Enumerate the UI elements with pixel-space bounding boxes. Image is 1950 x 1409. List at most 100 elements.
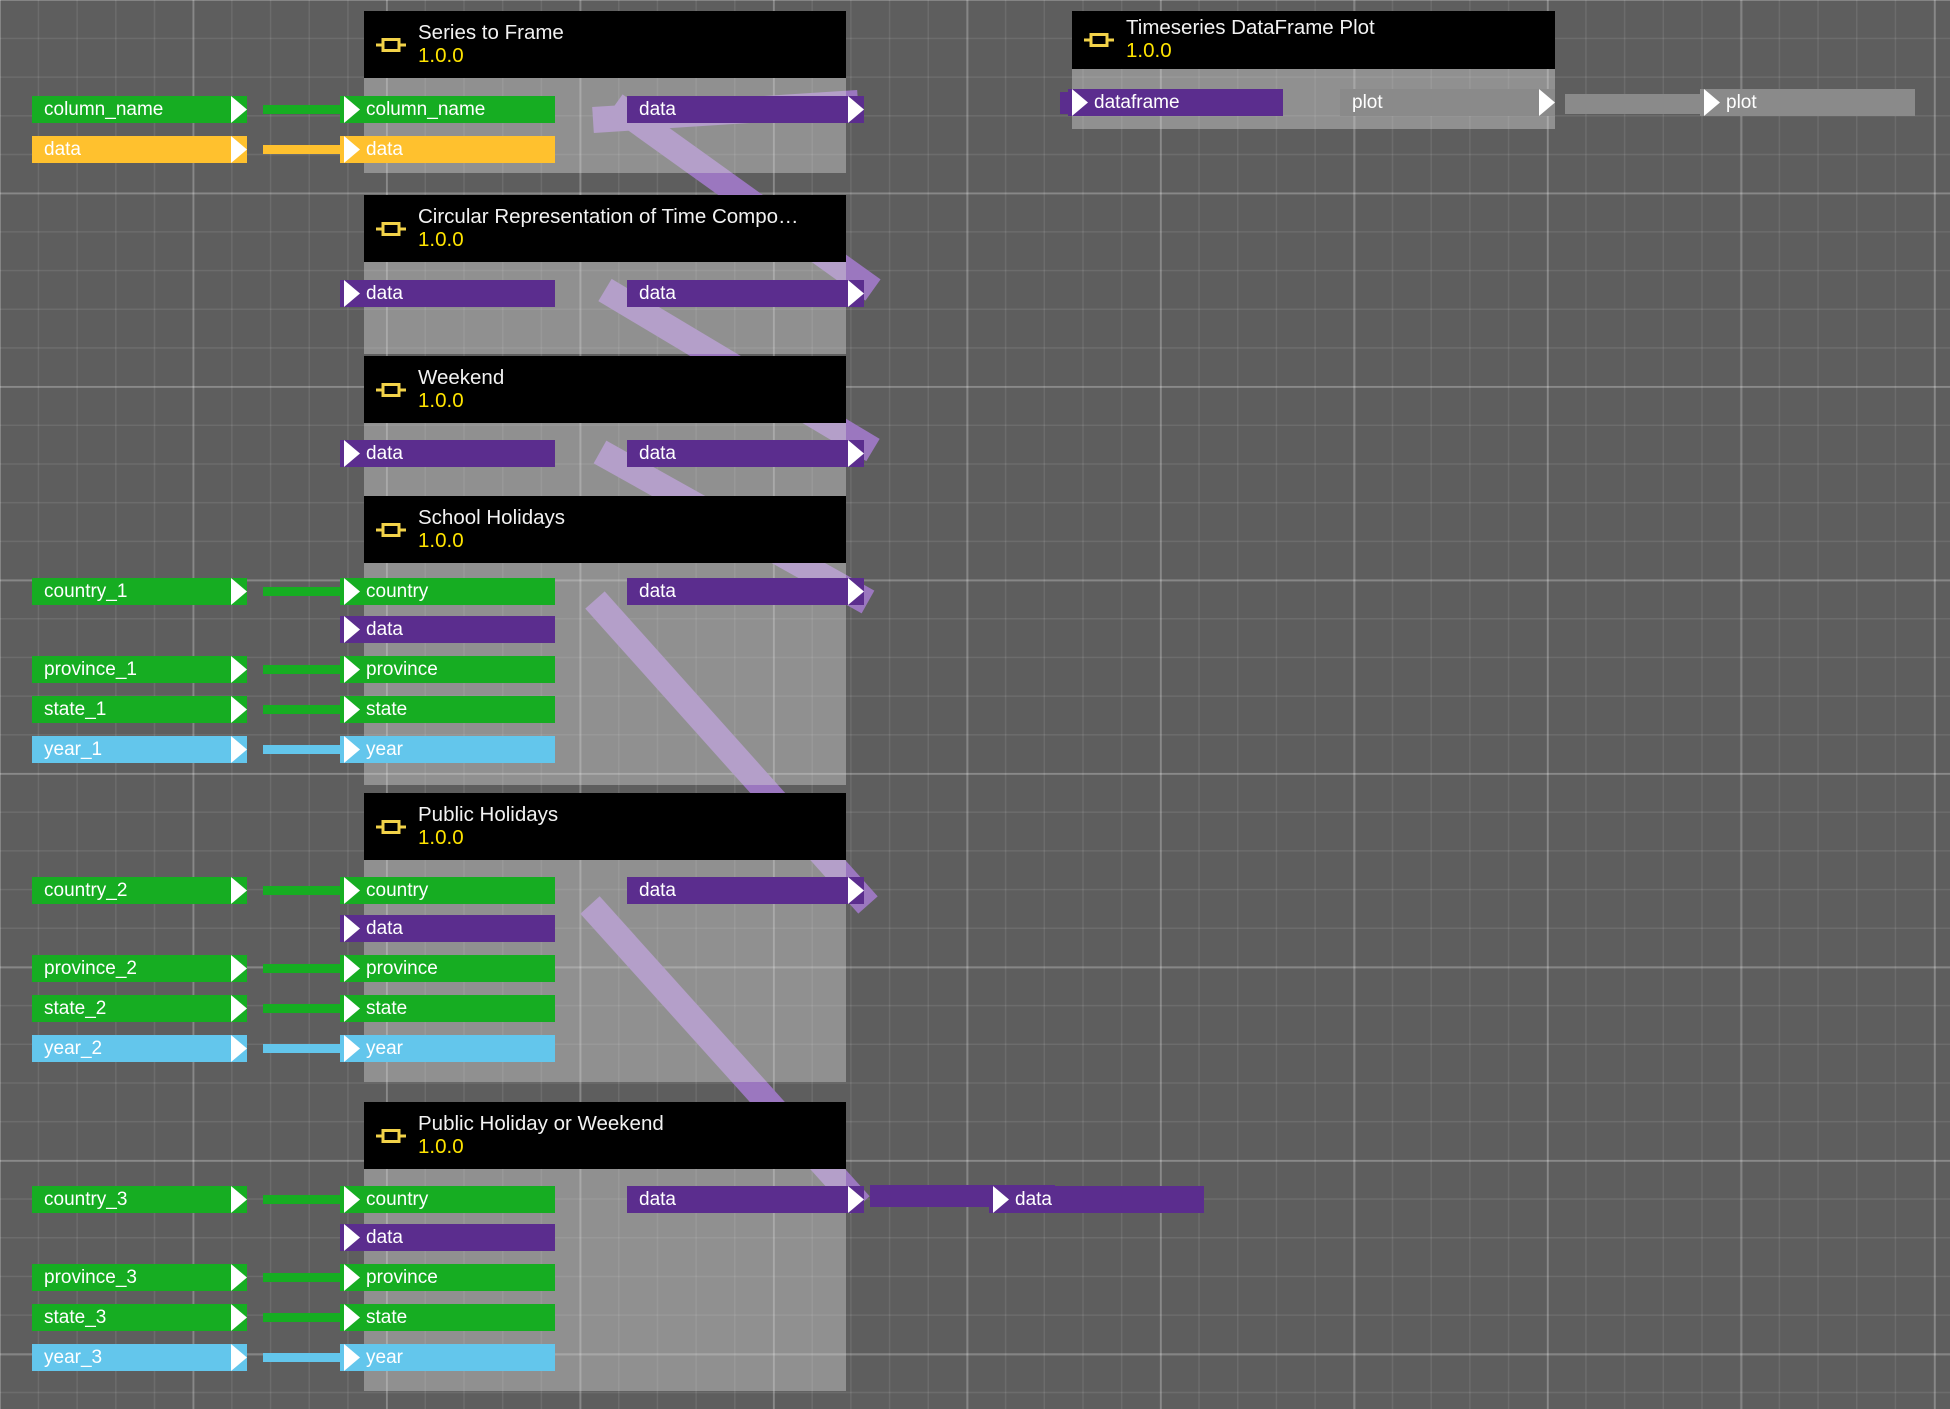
node-input-port-school-holidays-year[interactable]: year: [340, 736, 555, 763]
node-header[interactable]: School Holidays 1.0.0: [364, 496, 846, 563]
node-input-port-public-holiday-or-weekend-data[interactable]: data: [340, 1224, 555, 1251]
node-input-port-series-to-frame-column_name[interactable]: column_name: [340, 96, 555, 123]
node-title: Public Holidays: [418, 803, 559, 826]
workflow-input-port-province_3[interactable]: province_3: [32, 1264, 247, 1291]
node-body[interactable]: [364, 262, 846, 354]
node-input-port-timeseries-dataframe-plot-dataframe[interactable]: dataframe: [1068, 89, 1283, 116]
component-icon: [374, 373, 408, 407]
connection-stub[interactable]: [263, 1273, 348, 1282]
port-output-arrow-icon: [848, 877, 864, 904]
port-label: state_1: [44, 699, 107, 720]
connection-stub[interactable]: [263, 105, 348, 114]
connection-stub[interactable]: [263, 665, 348, 674]
connection-stub[interactable]: [263, 145, 348, 154]
workflow-input-port-year_2[interactable]: year_2: [32, 1035, 247, 1062]
port-label: year_1: [44, 739, 103, 760]
workflow-output-port-data[interactable]: data: [989, 1186, 1204, 1213]
node-title: Circular Representation of Time Compo…: [418, 205, 799, 228]
node-output-port-school-holidays-data[interactable]: data: [627, 578, 864, 605]
node-input-port-public-holidays-year[interactable]: year: [340, 1035, 555, 1062]
node-header[interactable]: Weekend 1.0.0: [364, 356, 846, 423]
node-circular-representation-of-time-components[interactable]: Circular Representation of Time Compo… 1.…: [364, 195, 846, 354]
node-output-port-weekend-data[interactable]: data: [627, 440, 864, 467]
port-label: year_3: [44, 1347, 103, 1368]
connection-stub[interactable]: [263, 1353, 348, 1362]
component-icon: [374, 1119, 408, 1153]
workflow-input-port-column_name[interactable]: column_name: [32, 96, 247, 123]
node-input-port-weekend-data[interactable]: data: [340, 440, 555, 467]
port-label: province_2: [44, 958, 137, 979]
port-label: data: [639, 1189, 676, 1210]
node-header[interactable]: Timeseries DataFrame Plot 1.0.0: [1072, 11, 1555, 69]
node-input-port-public-holidays-data[interactable]: data: [340, 915, 555, 942]
node-input-port-public-holiday-or-weekend-province[interactable]: province: [340, 1264, 555, 1291]
port-output-arrow-icon: [231, 1186, 247, 1213]
node-input-port-school-holidays-country[interactable]: country: [340, 578, 555, 605]
node-header[interactable]: Series to Frame 1.0.0: [364, 11, 846, 78]
port-label: column_name: [366, 99, 486, 120]
port-output-arrow-icon: [1539, 89, 1555, 116]
connection-stub[interactable]: [263, 745, 348, 754]
port-output-arrow-icon: [231, 995, 247, 1022]
node-output-port-public-holidays-data[interactable]: data: [627, 877, 864, 904]
node-version: 1.0.0: [418, 43, 464, 67]
connection-stub[interactable]: [263, 886, 348, 895]
node-output-port-series-to-frame-data[interactable]: data: [627, 96, 864, 123]
node-header[interactable]: Circular Representation of Time Compo… 1.…: [364, 195, 846, 262]
node-input-port-public-holidays-state[interactable]: state: [340, 995, 555, 1022]
port-label: country_2: [44, 880, 128, 901]
node-input-port-circular-representation-of-time-components-data[interactable]: data: [340, 280, 555, 307]
connection-stub[interactable]: [263, 1313, 348, 1322]
node-input-port-public-holidays-province[interactable]: province: [340, 955, 555, 982]
port-label: data: [639, 443, 676, 464]
node-output-port-timeseries-dataframe-plot-plot[interactable]: plot: [1340, 89, 1555, 116]
node-input-port-school-holidays-data[interactable]: data: [340, 616, 555, 643]
connection-stub[interactable]: [263, 964, 348, 973]
workflow-input-port-year_3[interactable]: year_3: [32, 1344, 247, 1371]
port-output-arrow-icon: [848, 96, 864, 123]
workflow-input-port-state_1[interactable]: state_1: [32, 696, 247, 723]
workflow-input-port-country_1[interactable]: country_1: [32, 578, 247, 605]
node-header[interactable]: Public Holidays 1.0.0: [364, 793, 846, 860]
node-output-port-circular-representation-of-time-components-data[interactable]: data: [627, 280, 864, 307]
connection-stub[interactable]: [263, 1044, 348, 1053]
workflow-input-port-state_3[interactable]: state_3: [32, 1304, 247, 1331]
port-output-arrow-icon: [231, 736, 247, 763]
node-version: 1.0.0: [418, 825, 464, 849]
port-label: province_1: [44, 659, 137, 680]
port-label: plot: [1352, 92, 1383, 113]
workflow-input-port-state_2[interactable]: state_2: [32, 995, 247, 1022]
port-output-arrow-icon: [231, 578, 247, 605]
port-output-arrow-icon: [231, 696, 247, 723]
port-output-arrow-icon: [848, 280, 864, 307]
node-input-port-school-holidays-state[interactable]: state: [340, 696, 555, 723]
node-header[interactable]: Public Holiday or Weekend 1.0.0: [364, 1102, 846, 1169]
node-input-port-series-to-frame-data[interactable]: data: [340, 136, 555, 163]
workflow-input-port-country_3[interactable]: country_3: [32, 1186, 247, 1213]
connection-stub[interactable]: [263, 1004, 348, 1013]
node-version: 1.0.0: [418, 1134, 464, 1158]
connection-stub[interactable]: [263, 1195, 348, 1204]
port-label: year_2: [44, 1038, 103, 1059]
workflow-output-port-plot[interactable]: plot: [1700, 89, 1915, 116]
port-output-arrow-icon: [231, 1264, 247, 1291]
connection-stub[interactable]: [263, 705, 348, 714]
node-input-port-public-holidays-country[interactable]: country: [340, 877, 555, 904]
node-input-port-public-holiday-or-weekend-state[interactable]: state: [340, 1304, 555, 1331]
node-input-port-public-holiday-or-weekend-country[interactable]: country: [340, 1186, 555, 1213]
workflow-input-port-country_2[interactable]: country_2: [32, 877, 247, 904]
port-label: data: [639, 99, 676, 120]
node-version: 1.0.0: [418, 388, 464, 412]
workflow-input-port-province_1[interactable]: province_1: [32, 656, 247, 683]
node-input-port-public-holiday-or-weekend-year[interactable]: year: [340, 1344, 555, 1371]
connection-stub[interactable]: [263, 587, 348, 596]
workflow-input-port-data[interactable]: data: [32, 136, 247, 163]
node-weekend[interactable]: Weekend 1.0.0: [364, 356, 846, 515]
port-output-arrow-icon: [231, 1344, 247, 1371]
port-output-arrow-icon: [231, 96, 247, 123]
workflow-input-port-province_2[interactable]: province_2: [32, 955, 247, 982]
port-output-arrow-icon: [231, 877, 247, 904]
node-output-port-public-holiday-or-weekend-data[interactable]: data: [627, 1186, 864, 1213]
node-input-port-school-holidays-province[interactable]: province: [340, 656, 555, 683]
workflow-input-port-year_1[interactable]: year_1: [32, 736, 247, 763]
